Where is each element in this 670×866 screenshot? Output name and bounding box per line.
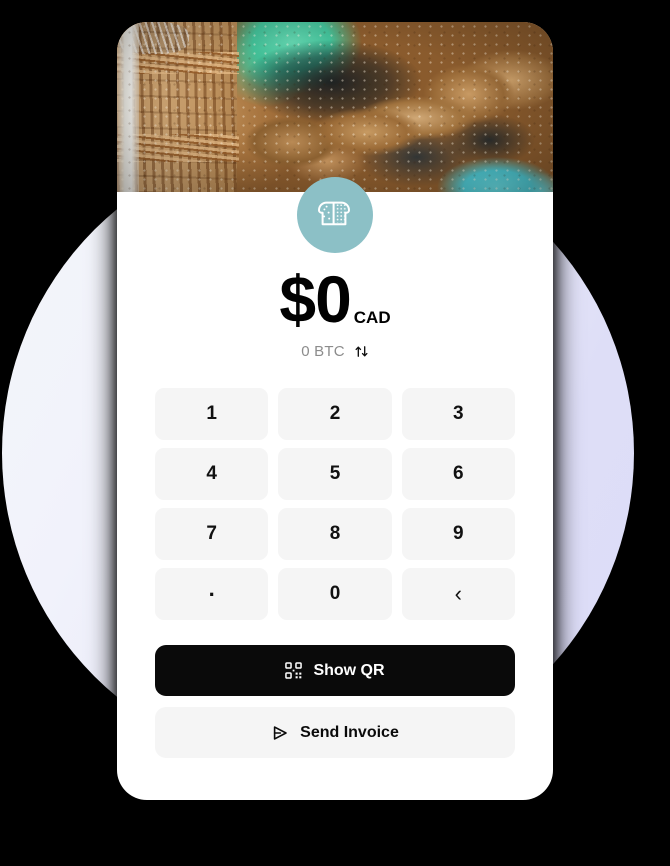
key-2[interactable]: 2 xyxy=(278,388,392,440)
key-8[interactable]: 8 xyxy=(278,508,392,560)
bakery-banner-image xyxy=(117,22,553,192)
swap-vertical-arrows-icon[interactable] xyxy=(354,344,369,359)
key-6[interactable]: 6 xyxy=(401,448,515,500)
bread-loaf-icon xyxy=(315,197,355,234)
key-decimal[interactable]: . xyxy=(155,568,269,620)
page-background: $0 CAD 0 BTC 1 2 3 4 5 6 7 8 9 . 0 ‹ Sho… xyxy=(0,0,670,866)
key-5[interactable]: 5 xyxy=(278,448,392,500)
amount-fiat-row: $0 CAD xyxy=(279,266,390,332)
key-4[interactable]: 4 xyxy=(155,448,269,500)
amount-value: $0 xyxy=(279,262,351,336)
send-invoice-button[interactable]: Send Invoice xyxy=(155,707,515,758)
qr-code-icon xyxy=(285,662,303,679)
amount-currency-code: CAD xyxy=(353,308,391,327)
key-0[interactable]: 0 xyxy=(278,568,392,620)
key-backspace[interactable]: ‹ xyxy=(401,568,515,620)
amount-swap-toggle[interactable]: 0 BTC xyxy=(279,343,390,360)
key-3[interactable]: 3 xyxy=(401,388,515,440)
send-invoice-label: Send Invoice xyxy=(300,723,399,741)
terminal-body: $0 CAD 0 BTC 1 2 3 4 5 6 7 8 9 . 0 ‹ Sho… xyxy=(117,192,553,800)
merchant-avatar xyxy=(297,177,373,253)
numeric-keypad: 1 2 3 4 5 6 7 8 9 . 0 ‹ xyxy=(155,388,515,620)
show-qr-label: Show QR xyxy=(313,661,385,679)
send-arrow-icon xyxy=(271,724,289,742)
amount-display: $0 CAD 0 BTC xyxy=(279,266,390,360)
key-7[interactable]: 7 xyxy=(155,508,269,560)
amount-btc-value: 0 BTC xyxy=(301,343,345,360)
action-buttons: Show QR Send Invoice xyxy=(155,645,515,758)
key-9[interactable]: 9 xyxy=(401,508,515,560)
key-1[interactable]: 1 xyxy=(155,388,269,440)
show-qr-button[interactable]: Show QR xyxy=(155,645,515,696)
payment-terminal-card: $0 CAD 0 BTC 1 2 3 4 5 6 7 8 9 . 0 ‹ Sho… xyxy=(117,22,553,800)
banner-layer-vignette xyxy=(117,22,553,192)
